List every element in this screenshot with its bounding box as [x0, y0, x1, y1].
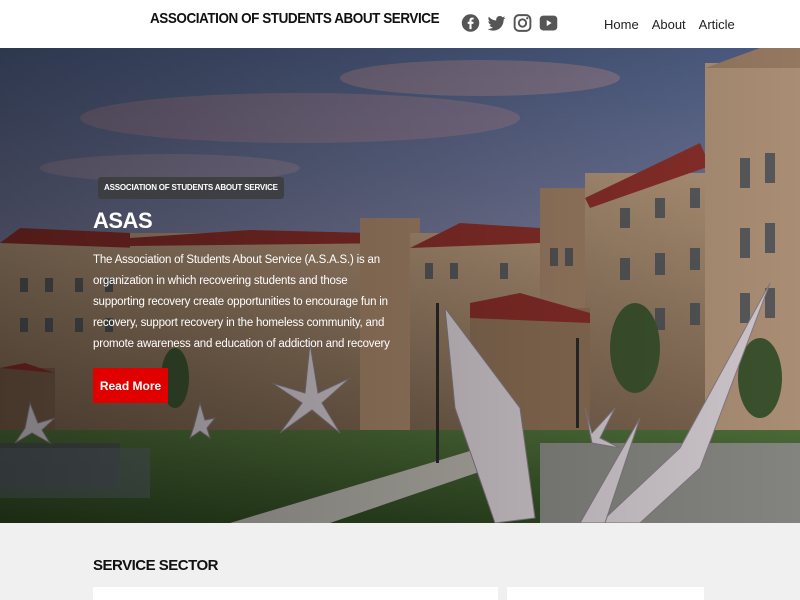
facebook-icon[interactable]	[460, 11, 481, 35]
site-brand[interactable]: ASSOCIATION OF STUDENTS ABOUT SERVICE	[150, 10, 440, 27]
twitter-icon[interactable]	[486, 11, 507, 35]
hero-title: ASAS	[93, 208, 153, 233]
youtube-icon[interactable]	[538, 11, 559, 35]
social-links	[460, 11, 559, 35]
read-more-button[interactable]: Read More	[93, 368, 168, 403]
nav-article-link[interactable]: Article	[699, 17, 735, 32]
instagram-icon[interactable]	[512, 11, 533, 35]
hero-section: ASSOCIATION OF STUDENTS ABOUT SERVICE AS…	[0, 48, 800, 523]
service-card[interactable]	[93, 587, 498, 600]
nav-about-link[interactable]: About	[652, 17, 686, 32]
service-sector-section: SERVICE SECTOR	[0, 523, 800, 600]
site-header: ASSOCIATION OF STUDENTS ABOUT SERVICE Ho…	[0, 0, 800, 48]
service-card[interactable]	[507, 587, 704, 600]
hero-badge: ASSOCIATION OF STUDENTS ABOUT SERVICE	[98, 177, 284, 199]
nav-home-link[interactable]: Home	[604, 17, 639, 32]
main-nav: Home About Article	[604, 17, 735, 32]
hero-description: The Association of Students About Servic…	[93, 254, 390, 350]
service-sector-title: SERVICE SECTOR	[93, 557, 218, 574]
